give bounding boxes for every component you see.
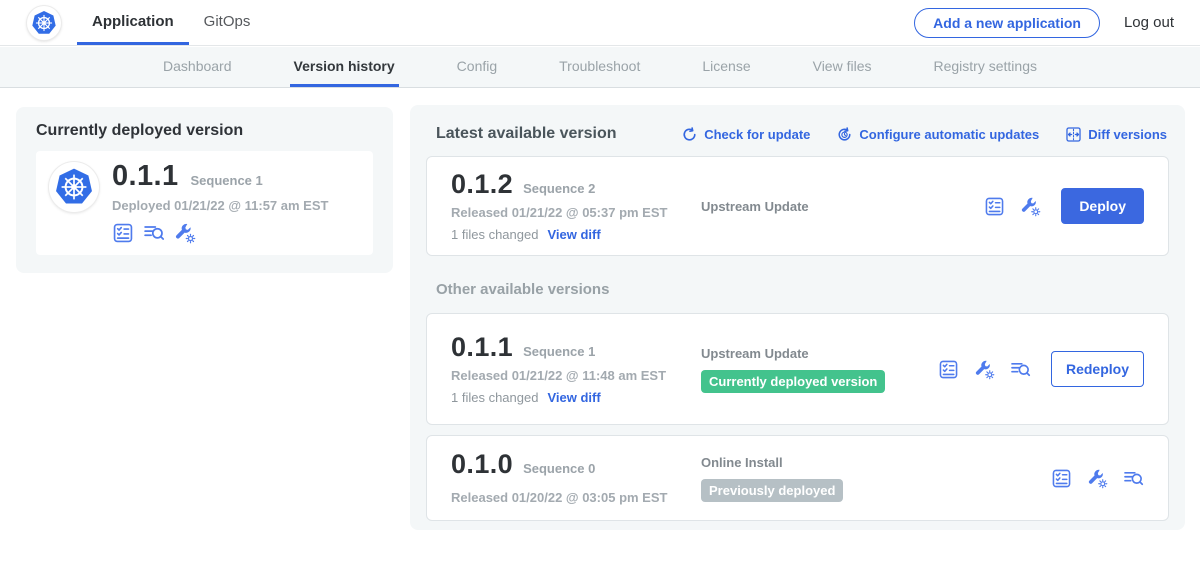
header-right: Add a new application Log out [914,0,1200,45]
edit-config-icon[interactable] [974,359,995,380]
version-actions: Redeploy [938,351,1144,387]
released-timestamp: Released 01/21/22 @ 11:48 am EST [451,368,701,383]
tab-application[interactable]: Application [77,0,189,45]
app-logo [49,162,99,212]
subnav-tab-dashboard[interactable]: Dashboard [159,47,236,87]
preflight-checks-icon[interactable] [984,196,1005,217]
version-number: 0.1.1 [451,334,513,361]
previously-deployed-badge: Previously deployed [701,479,843,502]
files-changed-label: 1 files changed [451,390,538,405]
version-number: 0.1.0 [451,451,513,478]
redeploy-button[interactable]: Redeploy [1051,351,1144,387]
subnav-tab-version-history[interactable]: Version history [290,47,399,87]
preflight-checks-icon[interactable] [112,222,134,244]
preflight-checks-icon[interactable] [1051,468,1072,489]
source-label: Upstream Update [701,346,938,361]
deployed-sequence-label: Sequence 1 [191,173,263,188]
view-diff-link[interactable]: View diff [547,227,600,242]
view-diff-link[interactable]: View diff [547,390,600,405]
deployed-version-actions [112,222,328,244]
add-new-application-button[interactable]: Add a new application [914,8,1100,38]
diff-versions-label: Diff versions [1088,127,1167,142]
preflight-checks-icon[interactable] [938,359,959,380]
version-actions: Deploy [984,188,1144,224]
files-changed-label: 1 files changed [451,227,538,242]
tab-gitops[interactable]: GitOps [189,0,266,45]
logout-button[interactable]: Log out [1124,14,1174,31]
check-for-update-link[interactable]: Check for update [681,126,810,143]
currently-deployed-details: 0.1.1 Sequence 1 Deployed 01/21/22 @ 11:… [112,162,328,244]
version-info: 0.1.2 Sequence 2 Released 01/21/22 @ 05:… [451,171,701,242]
currently-deployed-badge: Currently deployed version [701,370,885,393]
edit-config-icon[interactable] [174,222,196,244]
subnav-tab-license[interactable]: License [698,47,754,87]
edit-config-icon[interactable] [1087,468,1108,489]
version-source: Online Install Previously deployed [701,455,1051,502]
configure-automatic-updates-link[interactable]: Configure automatic updates [836,126,1039,143]
subnav-tab-view-files[interactable]: View files [809,47,876,87]
latest-available-title: Latest available version [436,125,617,143]
sequence-label: Sequence 0 [523,461,595,476]
kubernetes-logo-icon [31,10,57,36]
edit-config-icon[interactable] [1020,196,1041,217]
kubernetes-logo-icon [54,167,94,207]
configure-automatic-updates-label: Configure automatic updates [859,127,1039,142]
deploy-logs-icon[interactable] [143,222,165,244]
version-row-0-1-2: 0.1.2 Sequence 2 Released 01/21/22 @ 05:… [426,156,1169,256]
deployed-timestamp: Deployed 01/21/22 @ 11:57 am EST [112,198,328,213]
sequence-label: Sequence 1 [523,344,595,359]
diff-versions-link[interactable]: Diff versions [1065,126,1167,143]
source-label: Online Install [701,455,1051,470]
subnav-tab-registry-settings[interactable]: Registry settings [930,47,1041,87]
version-actions [1051,468,1144,489]
version-row-0-1-1: 0.1.1 Sequence 1 Released 01/21/22 @ 11:… [426,313,1169,425]
diff-icon [1065,126,1082,143]
deploy-logs-icon[interactable] [1010,359,1031,380]
released-timestamp: Released 01/21/22 @ 05:37 pm EST [451,205,701,220]
latest-available-header: Latest available version Check for updat… [436,125,1167,143]
kubernetes-logo [27,6,61,40]
deploy-logs-icon[interactable] [1123,468,1144,489]
currently-deployed-title: Currently deployed version [36,122,373,140]
auto-update-icon [836,126,853,143]
subnav-tab-troubleshoot[interactable]: Troubleshoot [555,47,644,87]
top-header: Application GitOps Add a new application… [0,0,1200,46]
panel-actions: Check for update Configure automatic upd… [681,126,1167,143]
header-tabs: Application GitOps [77,0,265,45]
check-for-update-label: Check for update [704,127,810,142]
currently-deployed-card: Currently deployed version 0.1.1 Sequenc… [16,107,393,273]
subnav-tab-config[interactable]: Config [453,47,501,87]
currently-deployed-version-card: 0.1.1 Sequence 1 Deployed 01/21/22 @ 11:… [36,151,373,255]
version-info: 0.1.1 Sequence 1 Released 01/21/22 @ 11:… [451,334,701,405]
version-source: Upstream Update Currently deployed versi… [701,346,938,393]
sequence-label: Sequence 2 [523,181,595,196]
version-number: 0.1.2 [451,171,513,198]
source-label: Upstream Update [701,199,984,214]
version-source: Upstream Update [701,199,984,214]
released-timestamp: Released 01/20/22 @ 03:05 pm EST [451,490,701,505]
refresh-icon [681,126,698,143]
version-history-panel: Latest available version Check for updat… [410,105,1185,530]
version-info: 0.1.0 Sequence 0 Released 01/20/22 @ 03:… [451,451,701,505]
deployed-version-number: 0.1.1 [112,162,179,191]
other-available-title: Other available versions [436,281,1167,298]
app-subnav: Dashboard Version history Config Trouble… [0,47,1200,88]
version-row-0-1-0: 0.1.0 Sequence 0 Released 01/20/22 @ 03:… [426,435,1169,521]
deploy-button[interactable]: Deploy [1061,188,1144,224]
